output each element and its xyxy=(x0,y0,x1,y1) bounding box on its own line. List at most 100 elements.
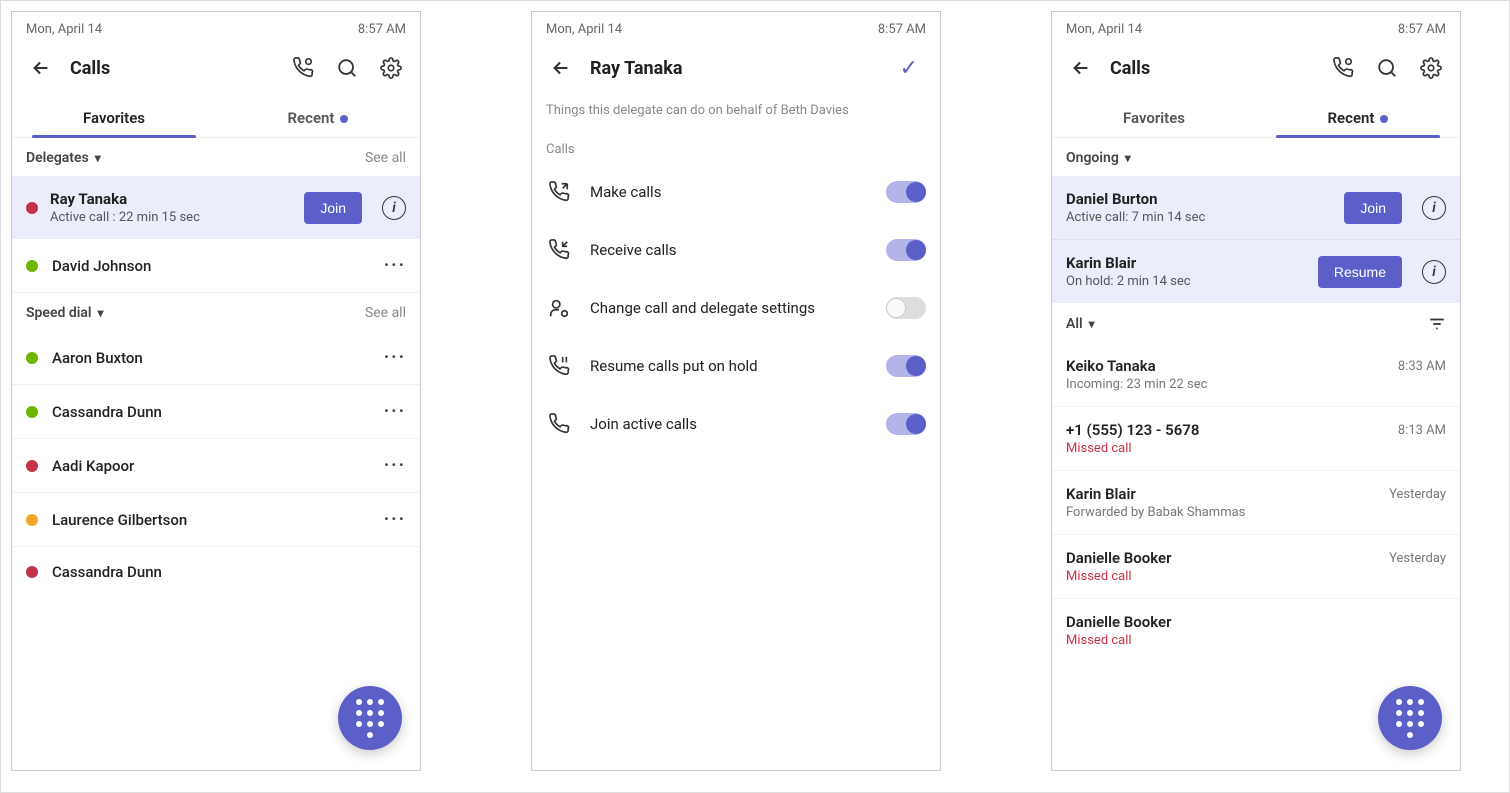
tab-recent[interactable]: Recent xyxy=(1256,97,1460,137)
voicemail-button[interactable] xyxy=(288,53,318,83)
page-title: Ray Tanaka xyxy=(590,58,886,79)
speed-dial-row[interactable]: Cassandra Dunn xyxy=(12,546,420,597)
resume-button[interactable]: Resume xyxy=(1318,256,1402,288)
status-date: Mon, April 14 xyxy=(1066,22,1142,37)
toggle-resume-hold[interactable] xyxy=(886,355,926,377)
info-button[interactable]: i xyxy=(1422,260,1446,284)
presence-busy-icon xyxy=(26,202,38,214)
see-all-link[interactable]: See all xyxy=(365,305,406,321)
filter-button[interactable] xyxy=(1428,315,1446,333)
presence-available-icon xyxy=(26,260,38,272)
join-active-icon xyxy=(546,413,572,435)
permission-row: Resume calls put on hold xyxy=(532,337,940,395)
recent-time: Yesterday xyxy=(1389,549,1446,566)
arrow-left-icon xyxy=(550,57,572,79)
dialpad-icon xyxy=(1396,699,1424,727)
status-time: 8:57 AM xyxy=(358,22,406,37)
recent-sub: Forwarded by Babak Shammas xyxy=(1066,505,1245,520)
confirm-button[interactable]: ✓ xyxy=(900,56,918,81)
recent-name: Karin Blair xyxy=(1066,485,1245,503)
more-button[interactable]: ··· xyxy=(384,401,406,422)
settings-button[interactable] xyxy=(1416,53,1446,83)
status-bar: Mon, April 14 8:57 AM xyxy=(1052,12,1460,43)
status-time: 8:57 AM xyxy=(1398,22,1446,37)
active-delegate-card[interactable]: Ray Tanaka Active call : 22 min 15 sec J… xyxy=(12,176,420,239)
all-label: All xyxy=(1066,316,1083,332)
recent-row[interactable]: Keiko TanakaIncoming: 23 min 22 sec 8:33… xyxy=(1052,343,1460,406)
settings-button[interactable] xyxy=(376,53,406,83)
ongoing-label: Ongoing xyxy=(1066,150,1119,166)
join-button[interactable]: Join xyxy=(1344,192,1402,224)
recent-list: Keiko TanakaIncoming: 23 min 22 sec 8:33… xyxy=(1052,343,1460,662)
more-button[interactable]: ··· xyxy=(384,255,406,276)
speed-dial-label: Speed dial xyxy=(26,305,92,321)
join-button[interactable]: Join xyxy=(304,192,362,224)
badge-dot xyxy=(1380,115,1388,123)
chevron-down-icon: ▾ xyxy=(1089,317,1095,331)
status-bar: Mon, April 14 8:57 AM xyxy=(532,12,940,43)
permission-label: Change call and delegate settings xyxy=(590,299,868,317)
dialpad-fab[interactable] xyxy=(338,686,402,750)
presence-busy-icon xyxy=(26,460,38,472)
tab-favorites[interactable]: Favorites xyxy=(12,97,216,137)
ongoing-call-card[interactable]: Daniel Burton Active call: 7 min 14 sec … xyxy=(1052,176,1460,240)
back-button[interactable] xyxy=(1066,53,1096,83)
ongoing-call-card[interactable]: Karin Blair On hold: 2 min 14 sec Resume… xyxy=(1052,240,1460,303)
speed-dial-list: Aaron Buxton ··· Cassandra Dunn ··· Aadi… xyxy=(12,331,420,597)
recent-row[interactable]: Danielle BookerMissed call xyxy=(1052,598,1460,662)
ongoing-person: Karin Blair On hold: 2 min 14 sec xyxy=(1066,254,1306,289)
ongoing-name: Daniel Burton xyxy=(1066,190,1332,208)
more-button[interactable]: ··· xyxy=(384,455,406,476)
voicemail-button[interactable] xyxy=(1328,53,1358,83)
recent-time: 8:13 AM xyxy=(1398,421,1446,438)
speed-dial-row[interactable]: Aaron Buxton ··· xyxy=(12,331,420,384)
change-settings-icon xyxy=(546,297,572,319)
dialpad-icon xyxy=(356,699,384,727)
resume-hold-icon xyxy=(546,355,572,377)
info-button[interactable]: i xyxy=(382,196,406,220)
delegates-section-header[interactable]: Delegates ▾ See all xyxy=(12,138,420,176)
more-button[interactable]: ··· xyxy=(384,347,406,368)
page-title: Calls xyxy=(1110,58,1314,79)
status-time: 8:57 AM xyxy=(878,22,926,37)
screen-recent: Mon, April 14 8:57 AM Calls Favorites Re… xyxy=(1051,11,1461,771)
dialpad-fab[interactable] xyxy=(1378,686,1442,750)
search-button[interactable] xyxy=(1372,53,1402,83)
permission-label: Make calls xyxy=(590,183,868,201)
back-button[interactable] xyxy=(546,53,576,83)
tabs: Favorites Recent xyxy=(1052,97,1460,138)
more-button[interactable]: ··· xyxy=(384,509,406,530)
tab-favorites[interactable]: Favorites xyxy=(1052,97,1256,137)
app-bar: Calls xyxy=(12,43,420,97)
ongoing-section-header[interactable]: Ongoing ▾ xyxy=(1052,138,1460,176)
back-button[interactable] xyxy=(26,53,56,83)
recent-row[interactable]: Karin BlairForwarded by Babak Shammas Ye… xyxy=(1052,470,1460,534)
tab-recent[interactable]: Recent xyxy=(216,97,420,137)
help-text: Things this delegate can do on behalf of… xyxy=(532,97,940,132)
chevron-down-icon: ▾ xyxy=(98,306,104,320)
voicemail-icon xyxy=(292,57,314,79)
recent-row[interactable]: Danielle BookerMissed call Yesterday xyxy=(1052,534,1460,598)
arrow-left-icon xyxy=(1070,57,1092,79)
recent-sub: Missed call xyxy=(1066,633,1172,648)
toggle-make-calls[interactable] xyxy=(886,181,926,203)
permission-label: Join active calls xyxy=(590,415,868,433)
speed-dial-row[interactable]: Cassandra Dunn ··· xyxy=(12,384,420,438)
info-button[interactable]: i xyxy=(1422,196,1446,220)
recent-row[interactable]: +1 (555) 123 - 5678Missed call 8:13 AM xyxy=(1052,406,1460,470)
speed-dial-row[interactable]: Laurence Gilbertson ··· xyxy=(12,492,420,546)
search-button[interactable] xyxy=(332,53,362,83)
permission-row: Make calls xyxy=(532,163,940,221)
delegate-name: David Johnson xyxy=(52,257,151,275)
see-all-link[interactable]: See all xyxy=(365,150,406,166)
tab-favorites-label: Favorites xyxy=(1123,109,1185,127)
filter-icon xyxy=(1428,315,1446,333)
delegate-row[interactable]: David Johnson ··· xyxy=(12,239,420,292)
speed-dial-section-header[interactable]: Speed dial ▾ See all xyxy=(12,293,420,331)
toggle-receive-calls[interactable] xyxy=(886,239,926,261)
toggle-join-active[interactable] xyxy=(886,413,926,435)
toggle-change-settings[interactable] xyxy=(886,297,926,319)
speed-dial-row[interactable]: Aadi Kapoor ··· xyxy=(12,438,420,492)
recent-time: 8:33 AM xyxy=(1398,357,1446,374)
all-section-header[interactable]: All ▾ xyxy=(1052,303,1460,343)
